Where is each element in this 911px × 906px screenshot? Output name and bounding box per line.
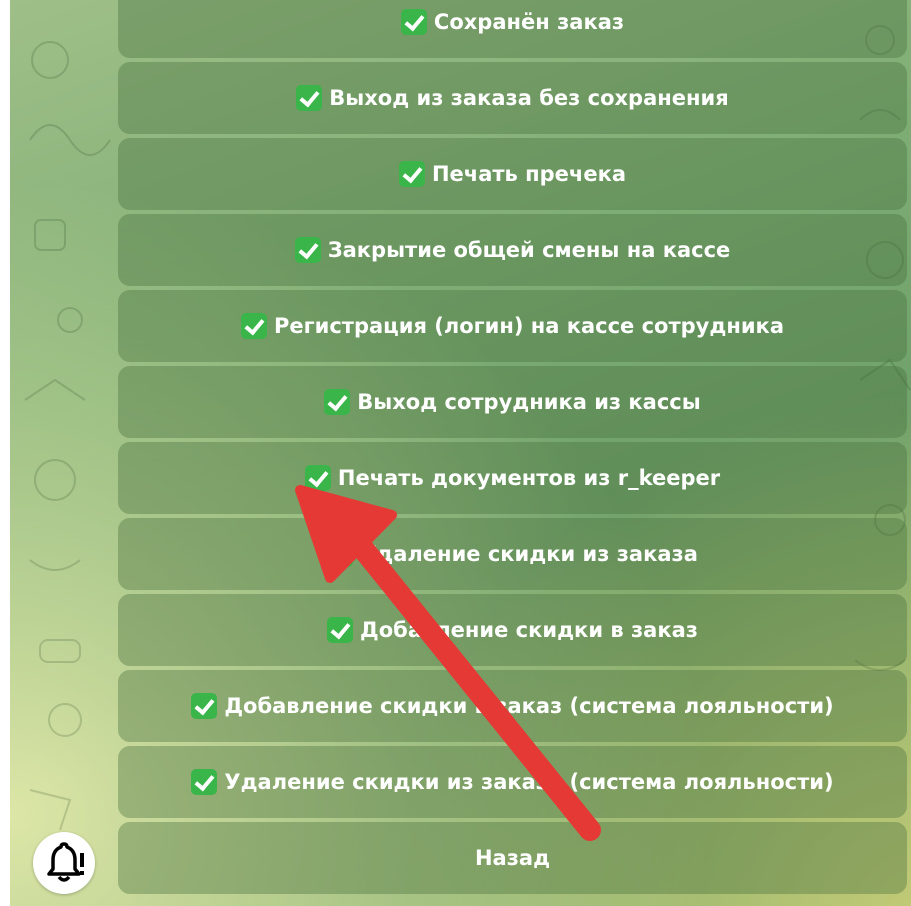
kb-button-print-documents[interactable]: Печать документов из r_keeper (118, 442, 907, 514)
kb-button-remove-discount[interactable]: Удаление скидки из заказа (118, 518, 907, 590)
kb-button-print-precheck[interactable]: Печать пречека (118, 138, 907, 210)
bell-alert-icon (47, 842, 84, 882)
kb-button-label: Закрытие общей смены на кассе (327, 238, 731, 262)
kb-button-employee-login[interactable]: Регистрация (логин) на кассе сотрудника (118, 290, 907, 362)
kb-button-label: Назад (474, 846, 551, 870)
check-mark-icon (400, 9, 427, 35)
kb-button-label: Выход из заказа без сохранения (329, 86, 729, 110)
kb-button-label: Печать документов из r_keeper (337, 466, 721, 490)
kb-button-add-discount[interactable]: Добавление скидки в заказ (118, 594, 907, 666)
check-mark-icon (327, 541, 354, 567)
check-mark-icon (241, 313, 268, 339)
kb-button-label: Удаление скидки из заказа (система лояль… (224, 770, 834, 794)
kb-button-label: Выход сотрудника из кассы (357, 390, 701, 414)
notification-bell-button[interactable] (33, 832, 95, 894)
kb-button-back[interactable]: Назад (118, 822, 907, 894)
kb-button-remove-discount-loyalty[interactable]: Удаление скидки из заказа (система лояль… (118, 746, 907, 818)
kb-button-close-shift[interactable]: Закрытие общей смены на кассе (118, 214, 907, 286)
kb-button-label: Добавление скидки в заказ (360, 618, 698, 642)
check-mark-icon (294, 237, 321, 263)
check-mark-icon (191, 769, 218, 795)
kb-button-exit-without-save[interactable]: Выход из заказа без сохранения (118, 62, 907, 134)
check-mark-icon (327, 617, 354, 643)
check-mark-icon (296, 85, 323, 111)
check-mark-icon (191, 693, 218, 719)
kb-button-label: Регистрация (логин) на кассе сотрудника (274, 314, 784, 338)
kb-button-saved-order[interactable]: Сохранён заказ (118, 0, 907, 58)
check-mark-icon (324, 389, 351, 415)
kb-button-label: Удаление скидки из заказа (360, 542, 698, 566)
kb-button-label: Печать пречека (431, 162, 627, 186)
check-mark-icon (398, 161, 425, 187)
kb-button-employee-logout[interactable]: Выход сотрудника из кассы (118, 366, 907, 438)
check-mark-icon (304, 465, 331, 491)
kb-button-label: Добавление скидки в заказ (система лояль… (224, 694, 834, 718)
kb-button-add-discount-loyalty[interactable]: Добавление скидки в заказ (система лояль… (118, 670, 907, 742)
kb-button-label: Сохранён заказ (433, 10, 625, 34)
